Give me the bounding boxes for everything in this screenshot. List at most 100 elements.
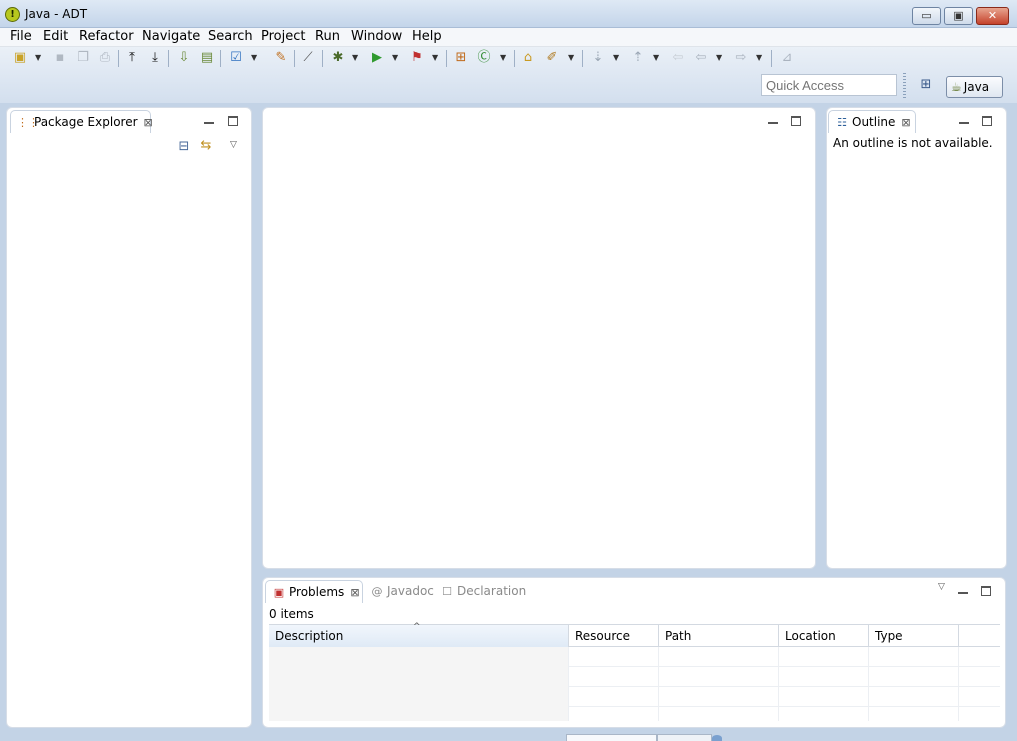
problems-item-count: 0 items	[269, 607, 314, 621]
table-cell	[269, 707, 569, 721]
previous-annotation-icon[interactable]: ⇡	[630, 50, 646, 66]
maximize-view-icon[interactable]	[981, 586, 991, 596]
last-edit-location-icon[interactable]: ⇦	[670, 50, 686, 66]
tab-package-explorer[interactable]: ⋮⋮Package Explorer ⊠	[10, 110, 153, 133]
column-header-resource[interactable]: Resource	[569, 625, 659, 647]
minimize-view-icon[interactable]	[768, 114, 778, 124]
menu-help[interactable]: Help	[412, 29, 442, 44]
run-icon[interactable]: ▶	[369, 50, 385, 66]
android-avd-manager-icon[interactable]: ▤	[199, 50, 215, 66]
export-icon[interactable]: ⤒	[124, 50, 140, 66]
debug-dropdown-icon[interactable]: ▼	[352, 53, 358, 62]
collapse-all-icon[interactable]: ⊟	[176, 139, 192, 155]
tab-problems[interactable]: ▣ Problems ⊠	[265, 580, 363, 603]
progress-icon[interactable]	[712, 735, 722, 741]
forward-icon[interactable]: ⇨	[733, 50, 749, 66]
lint-check-icon[interactable]: ☑	[228, 50, 244, 66]
table-cell	[569, 647, 659, 667]
forward-dropdown-icon[interactable]: ▼	[756, 53, 762, 62]
close-icon[interactable]: ⊠	[144, 116, 153, 129]
link-with-editor-icon[interactable]: ⇆	[198, 138, 214, 154]
new-android-xml-icon[interactable]: ✎	[273, 50, 289, 66]
search-dropdown-icon[interactable]: ▼	[568, 53, 574, 62]
toolbar-separator	[294, 50, 295, 67]
back-dropdown-icon[interactable]: ▼	[716, 53, 722, 62]
next-annotation-icon[interactable]: ⇣	[590, 50, 606, 66]
minimize-view-icon[interactable]	[959, 114, 969, 124]
maximize-view-icon[interactable]	[982, 116, 992, 126]
menu-refactor[interactable]: Refactor	[79, 29, 134, 44]
close-icon[interactable]: ⊠	[901, 116, 910, 129]
column-header-description[interactable]: ^ Description	[269, 622, 569, 647]
outline-panel: ☷ Outline ⊠ An outline is not available.	[826, 107, 1007, 569]
trim-stack[interactable]	[657, 734, 712, 741]
package-explorer-icon: ⋮⋮	[17, 116, 39, 129]
table-cell	[779, 667, 869, 687]
run-dropdown-icon[interactable]: ▼	[392, 53, 398, 62]
java-perspective-button[interactable]: ☕ Java	[946, 76, 1003, 98]
javadoc-icon: @	[371, 585, 383, 598]
external-tools-dropdown-icon[interactable]: ▼	[432, 53, 438, 62]
table-row	[269, 667, 1000, 687]
print-icon[interactable]: ⎙	[97, 50, 113, 66]
minimize-view-icon[interactable]	[958, 584, 968, 594]
maximize-view-icon[interactable]	[228, 116, 238, 126]
tab-outline[interactable]: ☷ Outline ⊠	[828, 110, 916, 133]
table-cell	[779, 647, 869, 667]
outline-empty-message: An outline is not available.	[833, 136, 993, 150]
close-button[interactable]: ✕	[976, 7, 1009, 25]
menu-search[interactable]: Search	[208, 29, 253, 44]
menu-window[interactable]: Window	[351, 29, 402, 44]
quick-access-input[interactable]	[761, 74, 897, 96]
next-annotation-dropdown-icon[interactable]: ▼	[613, 53, 619, 62]
menu-edit[interactable]: Edit	[43, 29, 68, 44]
skip-breakpoints-icon[interactable]: ⟋	[300, 50, 316, 66]
external-tools-icon[interactable]: ⚑	[409, 50, 425, 66]
search-icon[interactable]: ✐	[544, 50, 560, 66]
column-header-type[interactable]: Type	[869, 625, 959, 647]
adt-app-icon: !	[5, 7, 20, 22]
menu-project[interactable]: Project	[261, 29, 305, 44]
tab-javadoc[interactable]: @ Javadoc	[370, 584, 434, 598]
new-java-package-icon[interactable]: ⊞	[453, 50, 469, 66]
new-icon[interactable]: ▣	[12, 50, 28, 66]
import-icon[interactable]: ⤓	[147, 50, 163, 66]
menu-file[interactable]: File	[10, 29, 32, 44]
minimize-view-icon[interactable]	[204, 114, 214, 124]
pin-editor-icon[interactable]: ⊿	[779, 50, 795, 66]
minimize-button[interactable]: ▭	[912, 7, 941, 25]
menu-navigate[interactable]: Navigate	[142, 29, 200, 44]
android-sdk-manager-icon[interactable]: ⇩	[176, 50, 192, 66]
trim-stack[interactable]	[566, 734, 657, 741]
open-perspective-icon[interactable]: ⊞	[918, 77, 934, 93]
maximize-view-icon[interactable]	[791, 116, 801, 126]
close-icon[interactable]: ⊠	[350, 586, 359, 599]
toolbar-separator	[322, 50, 323, 67]
new-dropdown-icon[interactable]: ▼	[35, 53, 41, 62]
main-toolbar: ▣ ▼ ▪ ❐ ⎙ ⤒ ⤓ ⇩ ▤ ☑ ▼ ✎ ⟋ ✱ ▼ ▶ ▼ ⚑ ▼ ⊞ …	[0, 47, 1017, 103]
column-header-location[interactable]: Location	[779, 625, 869, 647]
toolbar-separator	[118, 50, 119, 67]
problems-panel: ▣ Problems ⊠ @ Javadoc ☐ Declaration ▽ 0 ite…	[262, 577, 1006, 728]
menu-run[interactable]: Run	[315, 29, 340, 44]
toolbar-grip[interactable]	[903, 73, 906, 99]
view-menu-icon[interactable]: ▽	[938, 581, 945, 593]
toolbar-separator	[582, 50, 583, 67]
outline-icon: ☷	[837, 116, 847, 129]
back-icon[interactable]: ⇦	[693, 50, 709, 66]
save-icon[interactable]: ▪	[52, 50, 68, 66]
new-java-class-icon[interactable]: Ⓒ	[476, 50, 492, 66]
toolbar-separator	[446, 50, 447, 67]
debug-icon[interactable]: ✱	[330, 50, 346, 66]
tab-declaration[interactable]: ☐ Declaration	[440, 584, 526, 598]
table-cell	[869, 667, 959, 687]
table-row	[269, 647, 1000, 667]
column-header-path[interactable]: Path	[659, 625, 779, 647]
lint-dropdown-icon[interactable]: ▼	[251, 53, 257, 62]
new-java-class-dropdown-icon[interactable]: ▼	[500, 53, 506, 62]
open-type-icon[interactable]: ⌂	[520, 50, 536, 66]
save-all-icon[interactable]: ❐	[75, 50, 91, 66]
view-menu-icon[interactable]: ▽	[230, 139, 237, 151]
previous-annotation-dropdown-icon[interactable]: ▼	[653, 53, 659, 62]
maximize-button[interactable]: ▣	[944, 7, 973, 25]
